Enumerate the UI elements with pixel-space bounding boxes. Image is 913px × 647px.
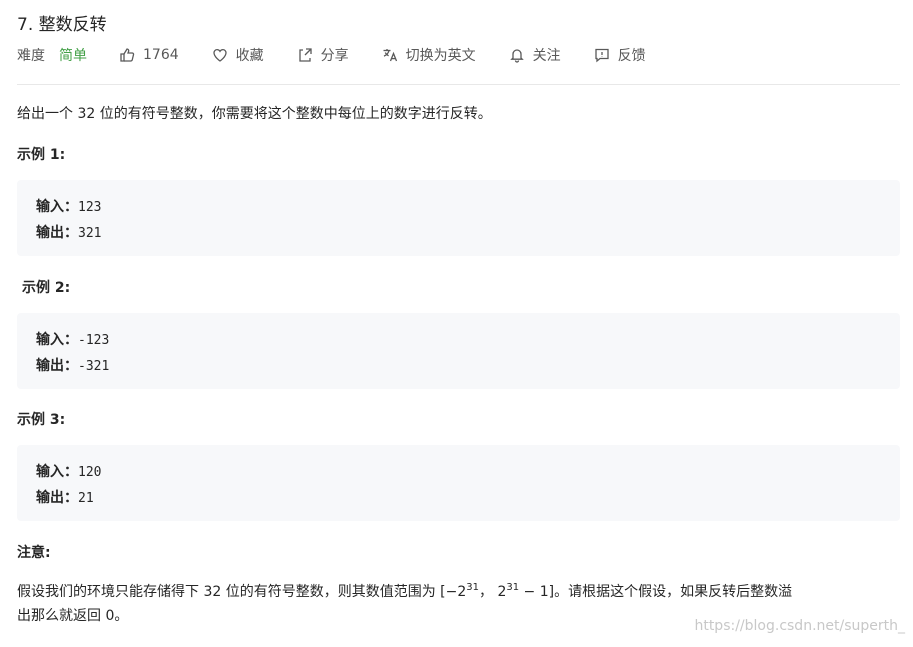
bell-icon: [509, 49, 524, 63]
note-line-1: 假设我们的环境只能存储得下 32 位的有符号整数，则其数值范围为 [−231， …: [17, 581, 792, 601]
share-label: 分享: [320, 48, 349, 64]
note-text-c: − 1]。请根据这个假设，如果反转后整数溢: [519, 584, 793, 600]
output-value: 21: [78, 491, 94, 506]
switch-language-button[interactable]: 切换为英文: [382, 45, 476, 65]
note-text-b: ， 2: [479, 584, 507, 600]
input-label: 输入：: [36, 332, 78, 348]
note-line-2: 出那么就返回 0。: [17, 608, 129, 624]
heart-icon: [212, 48, 227, 62]
feedback-label: 反馈: [617, 48, 646, 64]
input-value: 123: [78, 200, 102, 215]
output-value: 321: [78, 226, 102, 241]
watermark: https://blog.csdn.net/superth_: [694, 618, 905, 634]
note-heading: 注意:: [17, 545, 51, 561]
difficulty-label: 难度: [17, 48, 45, 64]
input-label: 输入：: [36, 199, 78, 215]
feedback-button[interactable]: 反馈: [594, 45, 646, 65]
exponent-2: 31: [506, 582, 520, 593]
like-button[interactable]: 1764: [119, 47, 179, 63]
output-value: -321: [78, 359, 110, 374]
example-2-block: 输入：-123 输出：-321: [17, 313, 900, 389]
example-3-output-line: 输出：21: [36, 487, 94, 507]
exponent-1: 31: [466, 582, 479, 593]
example-2-input-line: 输入：-123: [36, 329, 109, 349]
thumbs-up-icon: [120, 48, 135, 62]
translate-icon: [383, 49, 397, 62]
note-text-a: 假设我们的环境只能存储得下 32 位的有符号整数，则其数值范围为 [−2: [17, 584, 467, 600]
example-3-block: 输入：120 输出：21: [17, 445, 900, 521]
follow-button[interactable]: 关注: [509, 45, 561, 65]
share-icon: [298, 48, 312, 62]
follow-label: 关注: [532, 48, 561, 64]
favorite-button[interactable]: 收藏: [212, 45, 264, 65]
switch-language-label: 切换为英文: [405, 48, 476, 64]
header-divider: [17, 84, 900, 85]
example-2-output-line: 输出：-321: [36, 355, 109, 375]
feedback-icon: [594, 48, 609, 63]
example-1-block: 输入：123 输出：321: [17, 180, 900, 256]
example-3-input-line: 输入：120: [36, 461, 101, 481]
difficulty-value: 简单: [59, 48, 87, 64]
problem-title: 7. 整数反转: [17, 15, 107, 35]
input-label: 输入：: [36, 464, 78, 480]
example-2-heading: 示例 2:: [22, 280, 71, 296]
favorite-label: 收藏: [235, 48, 264, 64]
example-1-output-line: 输出：321: [36, 222, 101, 242]
output-label: 输出：: [36, 358, 78, 374]
like-count: 1764: [143, 47, 179, 63]
output-label: 输出：: [36, 490, 78, 506]
example-3-heading: 示例 3:: [17, 412, 66, 428]
problem-toolbar: 难度 简单 1764 收藏 分享 切换为英文 关注 反馈: [17, 44, 679, 66]
example-1-heading: 示例 1:: [17, 147, 66, 163]
input-value: 120: [78, 465, 102, 480]
example-1-input-line: 输入：123: [36, 196, 101, 216]
input-value: -123: [78, 333, 110, 348]
output-label: 输出：: [36, 225, 78, 241]
share-button[interactable]: 分享: [297, 45, 349, 65]
problem-description: 给出一个 32 位的有符号整数，你需要将这个整数中每位上的数字进行反转。: [17, 106, 492, 122]
